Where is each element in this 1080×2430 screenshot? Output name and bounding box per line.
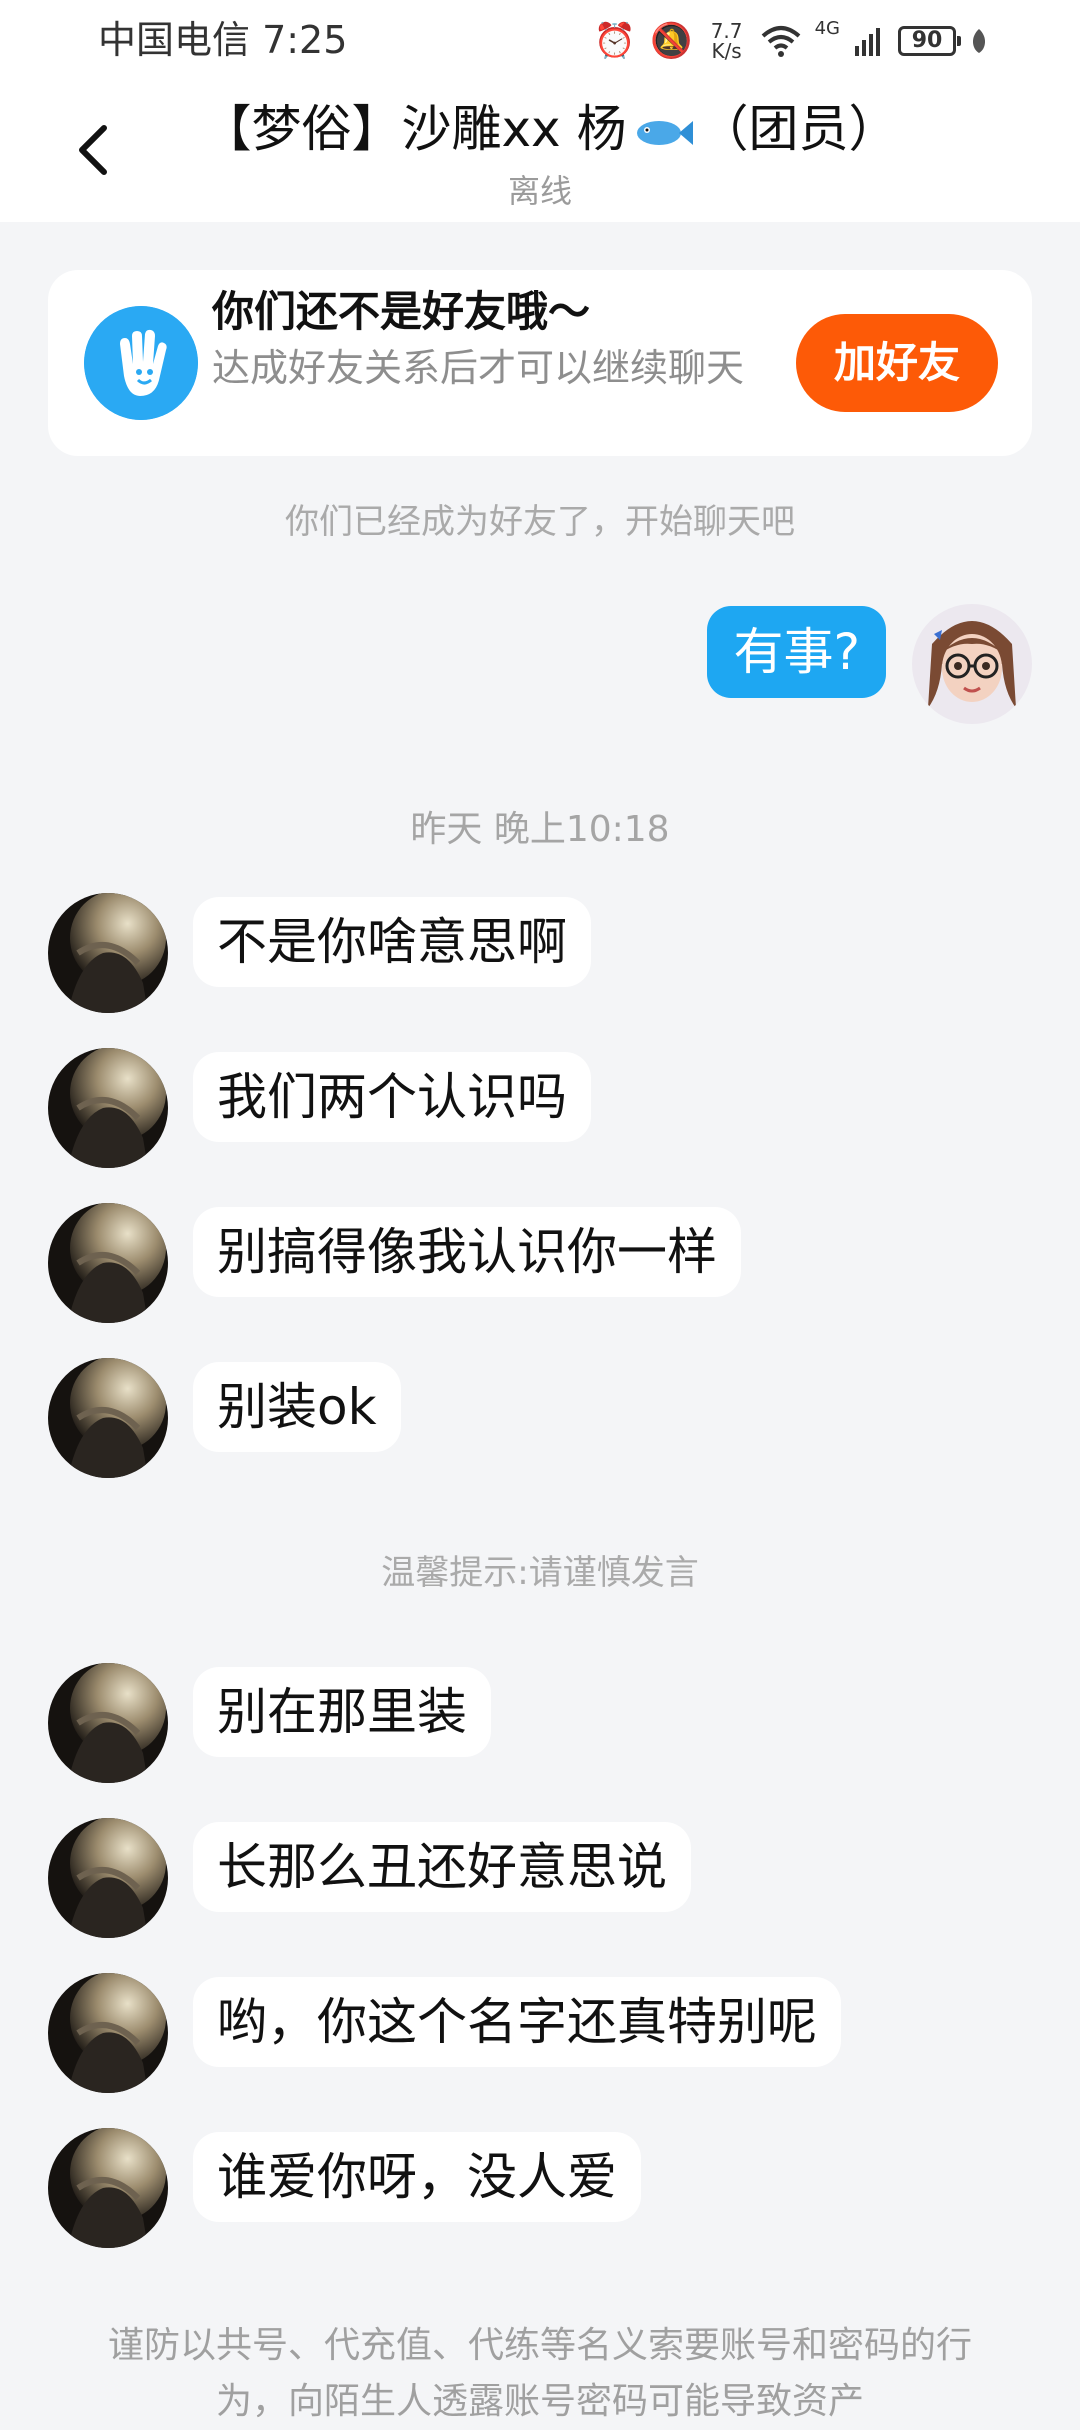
battery-indicator: 90 <box>898 26 961 56</box>
peer-message-bubble[interactable]: 别在那里装 <box>193 1667 491 1757</box>
status-icons: ⏰ 🔕 7.7 K/s 4G 90 <box>594 16 988 66</box>
online-status: 离线 <box>507 172 572 210</box>
chat-title-suffix: （团员） <box>698 100 899 158</box>
friend-card-title: 你们还不是好友哦～ <box>212 287 591 336</box>
peer-message-bubble[interactable]: 哟，你这个名字还真特别呢 <box>193 1977 841 2067</box>
peer-message-bubble[interactable]: 长那么丑还好意思说 <box>193 1822 691 1912</box>
chat-header: 【梦俗】沙雕xx 杨 （团员） 离线 <box>0 80 1080 222</box>
peer-avatar[interactable] <box>48 1663 168 1783</box>
chat-title: 【梦俗】沙雕xx 杨 （团员） <box>130 94 970 164</box>
peer-message-bubble[interactable]: 别装ok <box>193 1362 401 1452</box>
signal-icon <box>855 28 880 56</box>
peer-avatar[interactable] <box>48 893 168 1013</box>
chat-title-prefix: 【梦俗】沙雕xx 杨 <box>201 100 627 158</box>
carrier-time: 中国电信 7:25 <box>98 18 348 62</box>
peer-message-bubble[interactable]: 不是你啥意思啊 <box>193 897 591 987</box>
peer-avatar[interactable] <box>48 1973 168 2093</box>
message-row: 谁爱你呀，没人爱 <box>48 2128 1032 2248</box>
mute-bell-icon: 🔕 <box>650 21 693 61</box>
message-timestamp: 昨天 晚上10:18 <box>410 809 670 850</box>
my-avatar[interactable] <box>912 604 1032 724</box>
friend-card-description: 达成好友关系后才可以继续聊天 <box>212 346 745 390</box>
message-row: 不是你啥意思啊 <box>48 893 1032 1013</box>
peer-message-bubble[interactable]: 别搞得像我认识你一样 <box>193 1207 741 1297</box>
add-friend-card: 你们还不是好友哦～ 达成好友关系后才可以继续聊天 加好友 <box>48 270 1032 456</box>
alarm-icon: ⏰ <box>593 21 637 61</box>
status-bar: 中国电信 7:25 ⏰ 🔕 7.7 K/s 4G 90 <box>0 0 1080 80</box>
net-speed-value: 7.7 <box>710 19 743 43</box>
became-friends-note: 你们已经成为好友了，开始聊天吧 <box>285 502 795 542</box>
leaf-icon <box>972 29 986 53</box>
peer-message-bubble[interactable]: 谁爱你呀，没人爱 <box>193 2132 641 2222</box>
hand-wave-icon <box>84 306 198 420</box>
message-row: 别在那里装 <box>48 1663 1032 1783</box>
message-row: 哟，你这个名字还真特别呢 <box>48 1973 1032 2093</box>
peer-avatar[interactable] <box>48 1048 168 1168</box>
my-message-bubble[interactable]: 有事? <box>707 606 886 698</box>
peer-avatar[interactable] <box>48 2128 168 2248</box>
message-row: 长那么丑还好意思说 <box>48 1818 1032 1938</box>
net-speed-unit: K/s <box>711 39 742 63</box>
reminder-note: 温馨提示:请谨慎发言 <box>381 1553 699 1593</box>
peer-avatar[interactable] <box>48 1818 168 1938</box>
message-row: 别搞得像我认识你一样 <box>48 1203 1032 1323</box>
add-friend-button[interactable]: 加好友 <box>796 314 998 412</box>
fish-icon <box>636 120 693 145</box>
message-row: 别装ok <box>48 1358 1032 1478</box>
peer-message-bubble[interactable]: 我们两个认识吗 <box>193 1052 591 1142</box>
network-type: 4G <box>814 18 840 39</box>
peer-avatar[interactable] <box>48 1358 168 1478</box>
net-speed: 7.7 K/s <box>707 21 747 61</box>
security-warning: 谨防以共号、代充值、代练等名义索要账号和密码的行为，向陌生人透露账号密码可能导致… <box>107 2325 972 2422</box>
message-row: 我们两个认识吗 <box>48 1048 1032 1168</box>
peer-avatar[interactable] <box>48 1203 168 1323</box>
wifi-icon <box>761 26 800 57</box>
